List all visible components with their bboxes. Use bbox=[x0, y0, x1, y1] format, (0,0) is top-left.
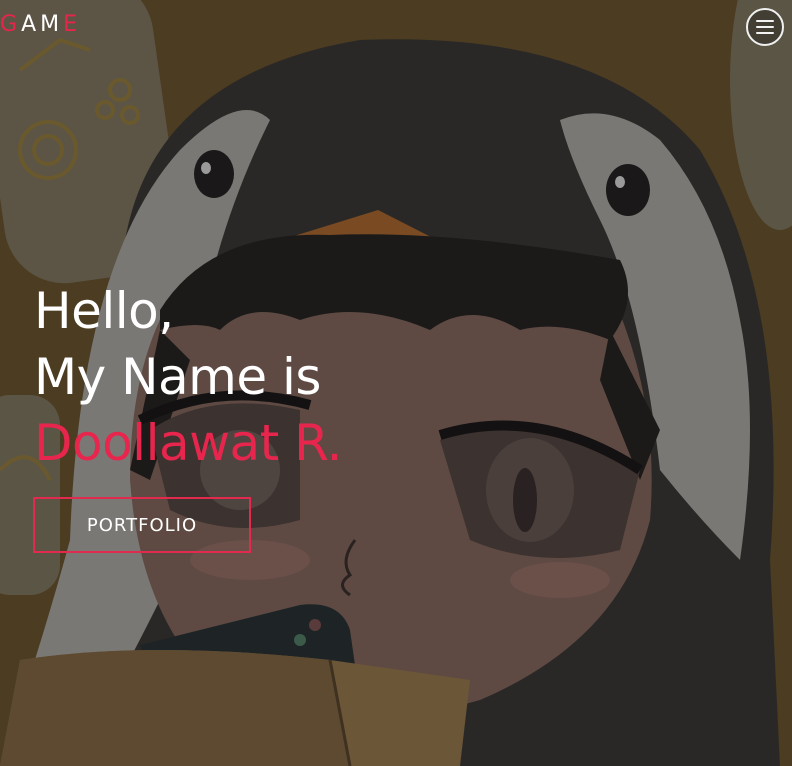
portfolio-button[interactable]: PORTFOLIO bbox=[33, 497, 251, 553]
logo-letter-m: M bbox=[40, 12, 64, 37]
logo-letter-g: G bbox=[0, 12, 22, 37]
portfolio-button-label: PORTFOLIO bbox=[86, 514, 198, 536]
hero-name: Doollawat R. bbox=[34, 414, 343, 472]
greeting-line-2: My Name is bbox=[34, 348, 321, 406]
hero-intro: Hello, My Name is Doollawat R. bbox=[34, 278, 343, 476]
logo-letter-a: A bbox=[21, 12, 41, 37]
menu-button[interactable] bbox=[746, 8, 784, 46]
hamburger-menu-icon-line bbox=[756, 32, 774, 34]
hamburger-menu-icon bbox=[756, 20, 774, 22]
greeting-line-1: Hello, bbox=[34, 282, 174, 340]
site-logo[interactable]: GAME bbox=[0, 14, 81, 36]
hamburger-menu-icon-line bbox=[756, 26, 774, 28]
logo-letter-e: E bbox=[63, 12, 82, 37]
